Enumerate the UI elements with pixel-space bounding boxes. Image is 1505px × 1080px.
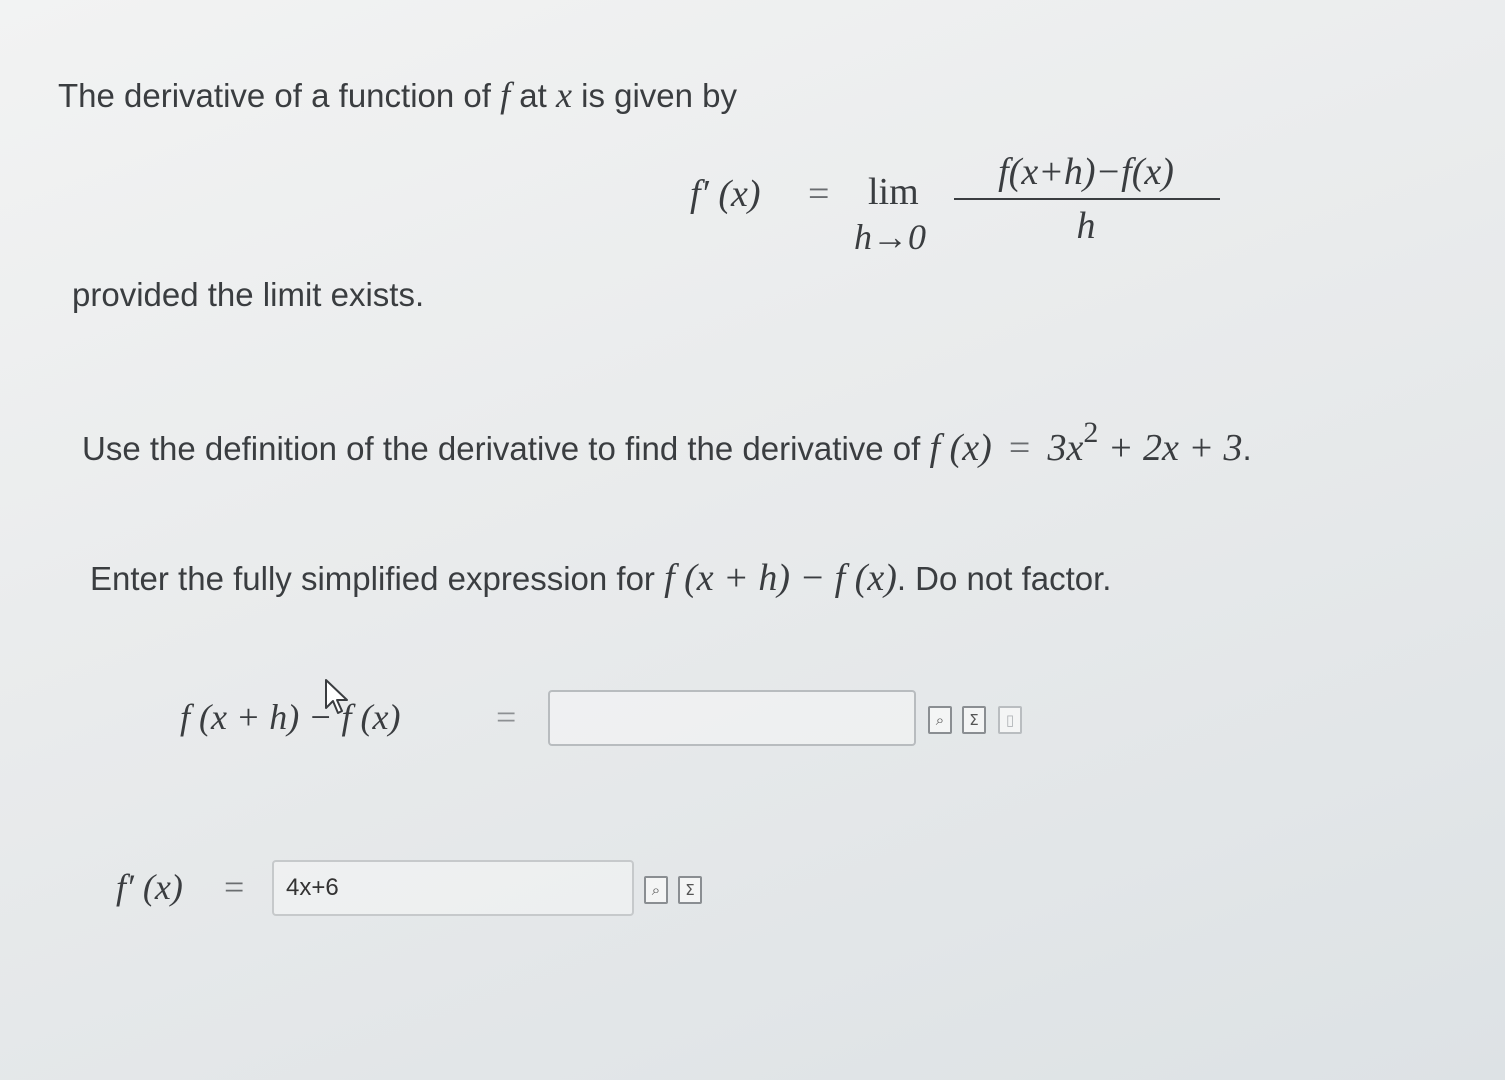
task-function-term: 3x — [1047, 427, 1084, 469]
definition-lhs: f′ (x) — [690, 173, 761, 215]
proviso-text: provided the limit exists. — [72, 276, 425, 313]
intro-text: The derivative of a function of — [58, 77, 501, 114]
instruction-line: Enter the fully simplified expression fo… — [90, 556, 1111, 600]
mouse-cursor-icon — [325, 679, 348, 714]
derivative-answer-input[interactable] — [272, 860, 634, 916]
fraction-bar — [954, 198, 1220, 200]
difference-equals: = — [496, 697, 517, 737]
limit-subscript: h→0 — [854, 217, 926, 257]
help-doc-icon[interactable]: ▯ — [998, 706, 1022, 734]
task-equals: = — [1008, 427, 1031, 469]
instruction-text: Enter the fully simplified expression fo… — [90, 560, 665, 597]
derivative-definition: f′ (x) = lim h→0 f(x+h)−f(x) h — [690, 150, 1230, 260]
difference-label: f (x + h) − f (x) — [180, 697, 401, 737]
derivative-equals: = — [224, 867, 245, 907]
preview-icon[interactable]: ⌕ — [644, 876, 668, 904]
intro-at: at — [510, 77, 556, 114]
derivative-label: f′ (x) — [116, 867, 183, 907]
limit-operator: lim — [868, 171, 919, 213]
task-exponent: 2 — [1083, 416, 1099, 449]
task-function-lhs: f (x) — [929, 427, 992, 469]
answer-row-derivative: f′ (x) = ⌕ Σ — [116, 858, 736, 922]
var-x: x — [555, 75, 572, 115]
instruction-expression: f (x + h) − f (x) — [664, 557, 897, 599]
instruction-text-after: . Do not factor. — [896, 560, 1112, 597]
task-function-rest: + 2x + 3 — [1098, 427, 1243, 469]
fraction-numerator: f(x+h)−f(x) — [998, 151, 1174, 193]
answer-row-difference: f (x + h) − f (x) = ⌕ Σ ▯ — [180, 679, 1040, 752]
var-f: f — [500, 75, 511, 115]
task-text: Use the definition of the derivative to … — [82, 430, 930, 467]
task-period: . — [1242, 430, 1252, 467]
fraction-denominator: h — [1076, 205, 1096, 247]
task-line: Use the definition of the derivative to … — [82, 416, 1252, 470]
preview-icon[interactable]: ⌕ — [928, 706, 952, 734]
difference-answer-input[interactable] — [548, 690, 916, 746]
intro-line: The derivative of a function of f at x i… — [58, 74, 737, 116]
intro-text-after: is given by — [571, 77, 738, 114]
definition-equals: = — [808, 173, 830, 215]
sigma-icon[interactable]: Σ — [678, 876, 702, 904]
sigma-icon[interactable]: Σ — [962, 706, 986, 734]
